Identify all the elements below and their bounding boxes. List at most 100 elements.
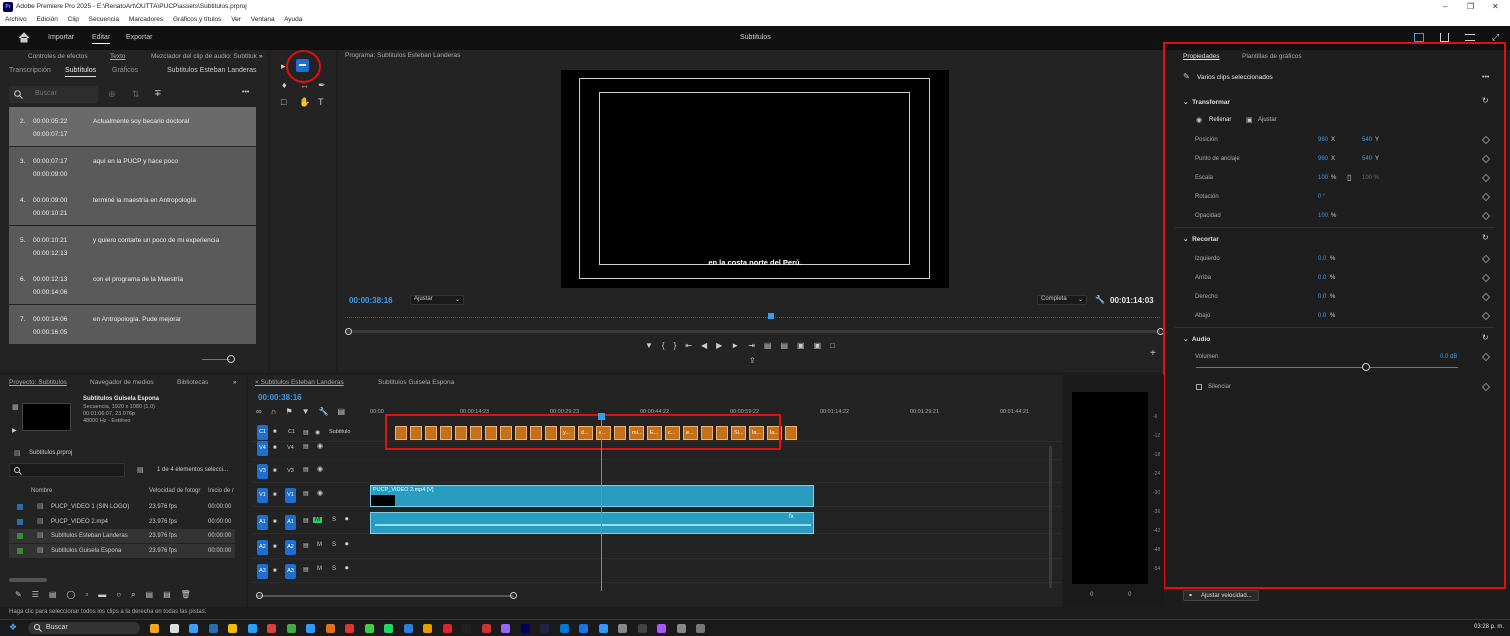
track-source-a2[interactable]: A2 (257, 540, 268, 555)
taskbar-app-icon[interactable] (462, 624, 471, 633)
taskbar-app-icon[interactable] (267, 624, 276, 633)
taskbar-app-icon[interactable] (286, 624, 296, 633)
caption-track-name[interactable]: Subtitulos Esteban Landeras (167, 67, 257, 74)
timeline-vscroll[interactable] (1049, 446, 1052, 588)
caption-in-time[interactable]: 00:00:09:00 (33, 197, 67, 204)
menu-graficos[interactable]: Gráficos y títulos (173, 16, 221, 23)
tab-transcripcion[interactable]: Transcripción (9, 67, 51, 74)
caption-in-time[interactable]: 00:00:05:22 (33, 118, 67, 125)
taskbar-app-icon[interactable] (189, 624, 198, 633)
solo-icon[interactable]: S (332, 542, 336, 548)
track-target-a2[interactable]: A2 (285, 540, 296, 555)
lock-icon[interactable]: ■ (273, 468, 277, 474)
caption-text[interactable]: Actualmente soy becario doctoral (93, 118, 189, 125)
hscroll-right[interactable] (510, 592, 517, 599)
caption-row[interactable]: 7. 00:00:14:06 00:00:16:05 en Antropología.… (9, 304, 256, 344)
timeline-timecode[interactable]: 00:00:38:16 (258, 393, 302, 402)
solo-icon[interactable]: S (332, 566, 336, 572)
tab-audio-clip-mixer[interactable]: Mezclador del clip de audio: Subtitulo (151, 51, 257, 63)
timeline-toolbar[interactable]: ∞∩⚑▼🔧▤ (256, 407, 354, 416)
track-target-v3[interactable]: V3 (285, 464, 296, 479)
mute-icon[interactable]: M (313, 517, 322, 523)
project-scrollbar[interactable] (9, 578, 47, 582)
caption-text[interactable]: terminé la maestría en Antropología (93, 197, 196, 204)
fit-select[interactable]: Ajustar ⌄ (410, 295, 464, 305)
home-icon[interactable] (18, 32, 30, 43)
track-toggle-icon[interactable]: ▤ (303, 517, 309, 524)
type-tool-icon[interactable]: T (318, 97, 324, 107)
track-source-v3[interactable]: V3 (257, 464, 268, 479)
taskbar-app-icon[interactable] (169, 624, 179, 633)
caption-row[interactable]: 4. 00:00:09:00 00:00:10:21 terminé la maest… (9, 186, 256, 225)
taskbar-app-icon[interactable] (696, 624, 705, 633)
quality-select[interactable]: Completa ⌄ (1037, 295, 1087, 305)
panel-overflow-icon[interactable]: » (259, 51, 263, 63)
track-source-v1[interactable]: V1 (257, 488, 268, 503)
label-color-icon[interactable] (17, 504, 23, 510)
taskbar-app-icon[interactable] (384, 624, 393, 633)
project-item-name[interactable]: Subtitulos Esteban Landeras (51, 529, 128, 543)
panels-icon[interactable] (1465, 34, 1475, 41)
project-item[interactable]: ▤ Subtitulos Guisela Esponа 23.976 fps 00:0… (9, 543, 235, 558)
track-toggle-icon[interactable]: ▤ (303, 443, 309, 450)
project-item-name[interactable]: PUCP_VIDEO 1 (SIN LOGO) (51, 500, 129, 514)
caption-out-time[interactable]: 00:00:10:21 (33, 210, 67, 217)
menu-ventana[interactable]: Ventana (251, 16, 275, 23)
tab-project[interactable]: Proyecto: Subtitulos (9, 377, 67, 389)
track-v3[interactable] (252, 461, 1062, 483)
program-header[interactable]: Programa: Subtitulos Esteban Landeras (345, 50, 460, 62)
track-target-a3[interactable]: A3 (285, 564, 296, 579)
taskbar-app-icon[interactable] (637, 624, 647, 633)
tab-texto[interactable]: Texto (110, 51, 126, 63)
track-v4[interactable] (252, 438, 1062, 460)
taskbar-app-icon[interactable] (403, 624, 413, 633)
label-color-icon[interactable] (17, 547, 23, 554)
taskbar-app-icon[interactable] (325, 624, 335, 633)
project-item-name[interactable]: PUCP_VIDEO 2.mp4 (51, 515, 108, 529)
ripple-icon[interactable]: ↔ (300, 80, 309, 90)
rectangle-icon[interactable]: □ (281, 97, 286, 107)
split-caption-icon[interactable]: ⇅ (132, 89, 140, 100)
project-item[interactable]: ▤ PUCP_VIDEO 1 (SIN LOGO) 23.976 fps 00:00:… (9, 500, 235, 514)
tab-seq-esteban[interactable]: × Subtitulos Esteban Landeras (255, 377, 344, 389)
caption-in-time[interactable]: 00:00:14:06 (33, 316, 67, 323)
tab-media-browser[interactable]: Navegador de medios (90, 377, 154, 389)
close-icon[interactable]: ✕ (1492, 0, 1499, 14)
caption-out-time[interactable]: 00:00:09:00 (33, 171, 67, 178)
caption-in-time[interactable]: 00:00:07:17 (33, 158, 67, 165)
track-target-v1[interactable]: V1 (285, 488, 296, 503)
track-select-icon[interactable]: ▸ (281, 61, 286, 72)
zoom-slider-track[interactable] (202, 359, 230, 360)
razor-icon[interactable]: ♦ (282, 80, 287, 90)
project-item[interactable]: ▤ Subtitulos Esteban Landeras 23.976 fps 00… (9, 529, 235, 543)
tab-exportar[interactable]: Exportar (126, 34, 152, 41)
workspace-icon[interactable] (1414, 33, 1424, 42)
caption-out-time[interactable]: 00:00:14:06 (33, 289, 67, 296)
taskbar-app-icon[interactable] (228, 624, 237, 633)
eye-icon[interactable]: ◉ (315, 429, 320, 436)
project-search-input[interactable] (9, 463, 125, 477)
track-target-a1[interactable]: A1 (285, 515, 296, 530)
add-caption-icon[interactable]: ⊕ (108, 89, 116, 100)
export-frame-icon[interactable]: ⇪ (749, 356, 756, 365)
menu-ver[interactable]: Ver (231, 16, 241, 23)
track-a2[interactable] (252, 537, 1062, 559)
tab-editar[interactable]: Editar (92, 34, 111, 44)
taskbar-search[interactable]: Buscar (28, 622, 140, 634)
eye-icon[interactable]: ◉ (317, 489, 323, 497)
transport-controls[interactable]: ▼{}⇤◀▶►⇥▤▤▣▣□ (645, 341, 844, 350)
taskbar-app-icon[interactable] (657, 624, 666, 633)
taskbar-app-icon[interactable] (598, 624, 608, 633)
track-toggle-icon[interactable]: ▤ (303, 566, 309, 573)
project-item-name[interactable]: Subtitulos Guisela Esponа (51, 544, 121, 558)
taskbar-app-icon[interactable] (676, 624, 686, 633)
program-timecode[interactable]: 00:00:38:16 (349, 296, 393, 305)
taskbar-app-icon[interactable] (247, 624, 257, 633)
menu-ayuda[interactable]: Ayuda (284, 16, 302, 23)
label-color-icon[interactable] (17, 518, 23, 525)
col-start[interactable]: Inicio de r (208, 488, 234, 494)
lock-icon[interactable]: ■ (273, 568, 277, 574)
caption-text[interactable]: y quiero contarte un poco de mi experien… (93, 237, 219, 244)
tab-effect-controls[interactable]: Controles de efectos (28, 51, 88, 63)
new-bin-icon[interactable]: ▤ (137, 466, 144, 474)
